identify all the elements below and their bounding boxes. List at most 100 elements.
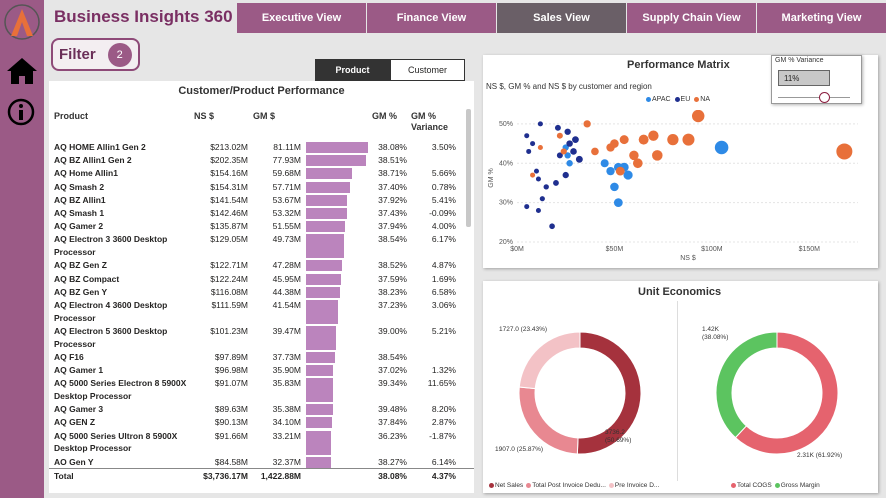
table-row[interactable]: AQ 5000 Series Electron 8 5900X Desktop …	[49, 377, 474, 403]
scatter-point-na[interactable]	[667, 133, 679, 146]
scatter-point-eu[interactable]	[543, 184, 549, 190]
legend-item[interactable]: Total COGS	[731, 482, 772, 489]
table-row[interactable]: AQ BZ Gen Z $122.71M 47.28M 38.52% 4.87%	[49, 259, 474, 272]
scatter-point-na[interactable]	[537, 144, 543, 151]
table-row[interactable]: AQ Home Allin1 $154.16M 59.68M 38.71% 5.66%	[49, 167, 474, 180]
scatter-point-eu[interactable]	[535, 208, 541, 213]
scatter-point-eu[interactable]	[537, 121, 543, 127]
scatter-point-apac[interactable]	[566, 160, 573, 167]
table-row[interactable]: AQ Gamer 2 $135.87M 51.55M 37.94% 4.00%	[49, 220, 474, 233]
info-icon[interactable]	[7, 98, 35, 126]
scatter-point-eu[interactable]	[570, 148, 577, 155]
tab-executive-view[interactable]: Executive View	[237, 3, 366, 33]
table-row[interactable]: AO Gen Y $84.58M 32.37M 38.27% 6.14%	[49, 456, 474, 469]
col-header-gm-percent[interactable]: GM %	[372, 111, 397, 122]
scatter-point-na[interactable]	[691, 110, 705, 123]
scatter-point-eu[interactable]	[572, 136, 579, 143]
scatter-point-na[interactable]	[632, 158, 643, 169]
table-row[interactable]: AQ Gamer 1 $96.98M 35.90M 37.02% 1.32%	[49, 364, 474, 377]
scatter-point-na[interactable]	[583, 120, 591, 128]
scatter-point-eu[interactable]	[533, 168, 539, 174]
gm-value: 34.10M	[272, 417, 301, 428]
legend-item[interactable]: NA	[694, 96, 710, 103]
gm-bar	[306, 325, 337, 350]
scatter-point-na[interactable]	[556, 132, 563, 139]
legend-item[interactable]: APAC	[646, 96, 671, 103]
scatter-point-eu[interactable]	[575, 155, 583, 163]
legend-item[interactable]: Pre Invoice D...	[608, 482, 659, 489]
legend-item[interactable]: Net Sales	[489, 482, 523, 489]
scatter-point-eu[interactable]	[554, 124, 561, 131]
product-customer-toggle: Product Customer	[315, 59, 465, 81]
table-row[interactable]: AQ BZ Gen Y $116.08M 44.38M 38.23% 6.58%	[49, 286, 474, 299]
scatter-point-eu[interactable]	[524, 204, 530, 210]
table-row[interactable]: AQ Smash 1 $142.46M 53.32M 37.43% -0.09%	[49, 207, 474, 220]
scatter-point-na[interactable]	[682, 133, 695, 146]
scatter-point-eu[interactable]	[539, 196, 545, 202]
legend-item[interactable]: EU	[674, 96, 690, 103]
slicer-handle[interactable]	[819, 92, 831, 103]
product-name: AQ BZ Gen Z	[54, 260, 107, 271]
scatter-point-na[interactable]	[615, 166, 625, 176]
tab-supply-chain-view[interactable]: Supply Chain View	[627, 3, 756, 33]
col-header-product[interactable]: Product	[54, 111, 88, 122]
scatter-point-na[interactable]	[591, 147, 599, 156]
donut-slice[interactable]	[518, 386, 579, 455]
scatter-point-na[interactable]	[638, 134, 649, 145]
scatter-point-eu[interactable]	[535, 176, 541, 182]
table-row[interactable]: AQ Smash 2 $154.31M 57.71M 37.40% 0.78%	[49, 181, 474, 194]
scatter-point-na[interactable]	[836, 143, 853, 160]
col-header-ns[interactable]: NS $	[194, 111, 214, 122]
scatter-point-na[interactable]	[648, 130, 659, 141]
table-row[interactable]: AQ 5000 Series Ultron 8 5900X Desktop Pr…	[49, 430, 474, 456]
scatter-point-na[interactable]	[560, 148, 567, 155]
scatter-point-eu[interactable]	[553, 180, 559, 186]
filter-button[interactable]: Filter 2	[51, 38, 140, 71]
scatter-point-apac[interactable]	[606, 166, 615, 176]
product-name: AO Gen Y	[54, 456, 94, 467]
legend-item[interactable]: Total Post Invoice Dedu...	[526, 482, 606, 489]
slicer-track[interactable]	[778, 97, 850, 98]
scatter-point-eu[interactable]	[562, 171, 569, 179]
customer-toggle-button[interactable]: Customer	[390, 59, 465, 81]
table-row[interactable]: AQ GEN Z $90.13M 34.10M 37.84% 2.87%	[49, 416, 474, 429]
product-toggle-button[interactable]: Product	[315, 59, 390, 81]
home-icon[interactable]	[5, 56, 39, 86]
gm-value: 49.73M	[272, 234, 301, 245]
scatter-point-eu[interactable]	[564, 128, 571, 135]
donut-slice[interactable]	[518, 331, 581, 390]
scatter-point-eu[interactable]	[530, 141, 536, 147]
donut-slice[interactable]	[715, 331, 778, 439]
table-row[interactable]: AQ BZ Compact $122.24M 45.95M 37.59% 1.69%	[49, 273, 474, 286]
tab-sales-view[interactable]: Sales View	[497, 3, 626, 33]
scatter-point-apac[interactable]	[613, 198, 623, 207]
scatter-point-na[interactable]	[652, 150, 663, 161]
table-row[interactable]: AQ BZ Allin1 Gen 2 $202.35M 77.93M 38.51%	[49, 154, 474, 167]
col-header-gm-variance[interactable]: GM % Variance	[411, 111, 461, 133]
scatter-point-eu[interactable]	[549, 223, 555, 230]
col-header-gm[interactable]: GM $	[253, 111, 275, 122]
table-row[interactable]: AQ HOME Allin1 Gen 2 $213.02M 81.11M 38.08%…	[49, 141, 474, 154]
scatter-point-apac[interactable]	[610, 182, 619, 192]
scatter-point-na[interactable]	[610, 139, 619, 148]
table-row[interactable]: AQ F16 $97.89M 37.73M 38.54%	[49, 351, 474, 364]
legend-item[interactable]: Gross Margin	[774, 482, 820, 489]
scatter-point-na[interactable]	[619, 135, 629, 145]
table-row[interactable]: AQ Electron 5 3600 Desktop Processor $101…	[49, 325, 474, 351]
tab-marketing-view[interactable]: Marketing View	[757, 3, 886, 33]
table-row[interactable]: AQ Gamer 3 $89.63M 35.38M 39.48% 8.20%	[49, 403, 474, 416]
table-row[interactable]: AQ Electron 3 3600 Desktop Processor $129…	[49, 233, 474, 259]
scatter-point-apac[interactable]	[714, 140, 729, 155]
scatter-point-na[interactable]	[530, 172, 536, 178]
tab-finance-view[interactable]: Finance View	[367, 3, 496, 33]
scatter-point-eu[interactable]	[526, 148, 532, 154]
legend-dot-icon	[674, 97, 680, 102]
scatter-point-eu[interactable]	[524, 133, 530, 139]
slicer-value-input[interactable]: 11%	[778, 70, 830, 86]
table-row[interactable]: AQ Electron 4 3600 Desktop Processor $111…	[49, 299, 474, 325]
scatter-point-apac[interactable]	[623, 170, 633, 180]
scatter-point-eu[interactable]	[566, 140, 573, 147]
gm-value: 45.95M	[272, 273, 301, 284]
scatter-point-apac[interactable]	[600, 159, 609, 168]
table-row[interactable]: AQ BZ Allin1 $141.54M 53.67M 37.92% 5.41%	[49, 194, 474, 207]
